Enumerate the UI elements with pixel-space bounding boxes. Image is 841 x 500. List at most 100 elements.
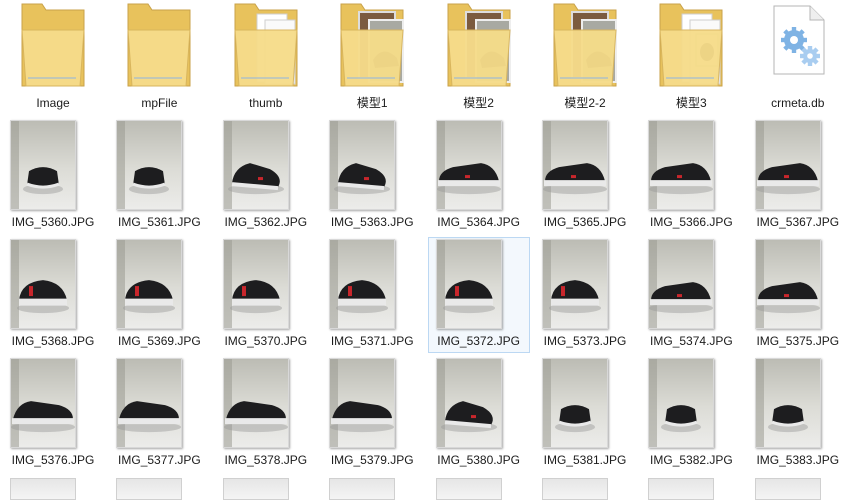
folder-item[interactable]: 模型1 xyxy=(319,0,425,116)
image-thumbnail xyxy=(10,358,76,448)
image-file-item[interactable]: IMG_5382.JPG xyxy=(638,356,744,472)
image-file-item[interactable]: IMG_5368.JPG xyxy=(0,237,106,353)
image-thumbnail xyxy=(648,358,715,448)
file-item-crmeta-db[interactable]: crmeta.db xyxy=(745,0,841,116)
image-thumbnail xyxy=(542,120,608,210)
folder-icon xyxy=(18,0,88,90)
file-name-label: 模型2-2 xyxy=(564,96,606,110)
image-thumbnail xyxy=(116,120,183,210)
image-file-item[interactable]: IMG_5377.JPG xyxy=(106,356,212,472)
file-name-label: IMG_5371.JPG xyxy=(330,334,414,348)
folder-item[interactable]: 模型2-2 xyxy=(532,0,638,116)
file-name-label: IMG_5374.JPG xyxy=(650,334,733,348)
folder-item[interactable]: Image xyxy=(0,0,106,116)
image-thumbnail xyxy=(435,120,502,210)
folder-item[interactable]: 模型2 xyxy=(426,0,532,116)
file-name-label: IMG_5366.JPG xyxy=(650,215,733,229)
image-file-item[interactable]: IMG_5367.JPG xyxy=(745,118,841,234)
folder-icon xyxy=(337,0,407,90)
file-name-label: 模型2 xyxy=(463,96,494,110)
file-name-label: IMG_5381.JPG xyxy=(543,453,627,467)
image-thumbnail xyxy=(116,358,183,448)
file-name-label: mpFile xyxy=(141,96,178,110)
image-file-item[interactable]: IMG_5376.JPG xyxy=(0,356,106,472)
image-file-item[interactable]: IMG_5381.JPG xyxy=(532,356,638,472)
image-file-item[interactable]: IMG_5374.JPG xyxy=(638,237,744,353)
folder-icon xyxy=(550,0,620,90)
file-name-label: IMG_5364.JPG xyxy=(437,215,520,229)
file-name-label: IMG_5382.JPG xyxy=(650,453,733,467)
file-name-label: IMG_5363.JPG xyxy=(330,215,414,229)
image-file-item[interactable]: IMG_5365.JPG xyxy=(532,118,638,234)
image-thumbnail-partial[interactable] xyxy=(435,478,502,500)
image-file-item[interactable]: IMG_5371.JPG xyxy=(319,237,425,353)
file-name-label: IMG_5368.JPG xyxy=(11,334,95,348)
image-thumbnail xyxy=(10,239,76,329)
folder-icon xyxy=(231,0,301,90)
image-thumbnail-partial[interactable] xyxy=(329,478,396,500)
file-name-label: Image xyxy=(36,96,70,110)
image-file-item[interactable]: IMG_5361.JPG xyxy=(106,118,212,234)
file-name-label: crmeta.db xyxy=(771,96,825,110)
file-name-label: IMG_5361.JPG xyxy=(118,215,201,229)
image-file-item[interactable]: IMG_5378.JPG xyxy=(213,356,319,472)
image-file-item[interactable]: IMG_5383.JPG xyxy=(745,356,841,472)
folder-icon xyxy=(444,0,514,90)
image-thumbnail xyxy=(648,239,715,329)
image-thumbnail-partial[interactable] xyxy=(648,478,715,500)
file-name-label: IMG_5370.JPG xyxy=(224,334,308,348)
image-thumbnail-partial[interactable] xyxy=(10,478,76,500)
folder-item[interactable]: mpFile xyxy=(106,0,212,116)
image-thumbnail xyxy=(222,358,289,448)
image-thumbnail xyxy=(648,120,715,210)
file-name-label: IMG_5380.JPG xyxy=(437,453,520,467)
image-thumbnail xyxy=(754,239,821,329)
image-file-item[interactable]: IMG_5379.JPG xyxy=(319,356,425,472)
file-name-label: IMG_5375.JPG xyxy=(756,334,840,348)
image-file-item[interactable]: IMG_5375.JPG xyxy=(745,237,841,353)
image-thumbnail xyxy=(222,120,289,210)
file-name-label: IMG_5376.JPG xyxy=(11,453,95,467)
file-grid: Image mpFile thumb 模型1 模型2 模型2-2 模型3 crmeta.db I… xyxy=(0,0,841,500)
file-name-label: IMG_5379.JPG xyxy=(330,453,414,467)
image-thumbnail xyxy=(329,358,396,448)
file-name-label: IMG_5378.JPG xyxy=(224,453,308,467)
image-thumbnail xyxy=(329,239,396,329)
image-file-item[interactable]: IMG_5360.JPG xyxy=(0,118,106,234)
config-file-icon xyxy=(768,4,828,76)
image-thumbnail-partial[interactable] xyxy=(116,478,183,500)
image-thumbnail xyxy=(542,358,608,448)
image-thumbnail xyxy=(542,239,608,329)
image-file-item[interactable]: IMG_5372.JPG xyxy=(426,237,532,353)
image-thumbnail xyxy=(10,120,76,210)
image-file-item[interactable]: IMG_5380.JPG xyxy=(426,356,532,472)
image-thumbnail xyxy=(435,239,502,329)
file-name-label: IMG_5377.JPG xyxy=(118,453,201,467)
image-file-item[interactable]: IMG_5369.JPG xyxy=(106,237,212,353)
file-name-label: IMG_5372.JPG xyxy=(437,334,520,348)
image-file-item[interactable]: IMG_5363.JPG xyxy=(319,118,425,234)
image-thumbnail xyxy=(754,120,821,210)
file-name-label: IMG_5362.JPG xyxy=(224,215,308,229)
image-file-item[interactable]: IMG_5366.JPG xyxy=(638,118,744,234)
image-file-item[interactable]: IMG_5364.JPG xyxy=(426,118,532,234)
folder-item[interactable]: thumb xyxy=(213,0,319,116)
image-file-item[interactable]: IMG_5370.JPG xyxy=(213,237,319,353)
file-name-label: 模型3 xyxy=(676,96,707,110)
file-name-label: thumb xyxy=(249,96,283,110)
file-name-label: IMG_5367.JPG xyxy=(756,215,840,229)
file-name-label: 模型1 xyxy=(356,96,388,110)
image-file-item[interactable]: IMG_5373.JPG xyxy=(532,237,638,353)
folder-icon xyxy=(124,0,194,90)
image-thumbnail-partial[interactable] xyxy=(754,478,821,500)
folder-item[interactable]: 模型3 xyxy=(638,0,744,116)
image-thumbnail xyxy=(754,358,821,448)
image-thumbnail-partial[interactable] xyxy=(542,478,608,500)
image-file-item[interactable]: IMG_5362.JPG xyxy=(213,118,319,234)
file-name-label: IMG_5360.JPG xyxy=(11,215,95,229)
image-thumbnail xyxy=(116,239,183,329)
file-name-label: IMG_5373.JPG xyxy=(543,334,627,348)
folder-icon xyxy=(656,0,726,90)
image-thumbnail xyxy=(329,120,396,210)
image-thumbnail-partial[interactable] xyxy=(222,478,289,500)
